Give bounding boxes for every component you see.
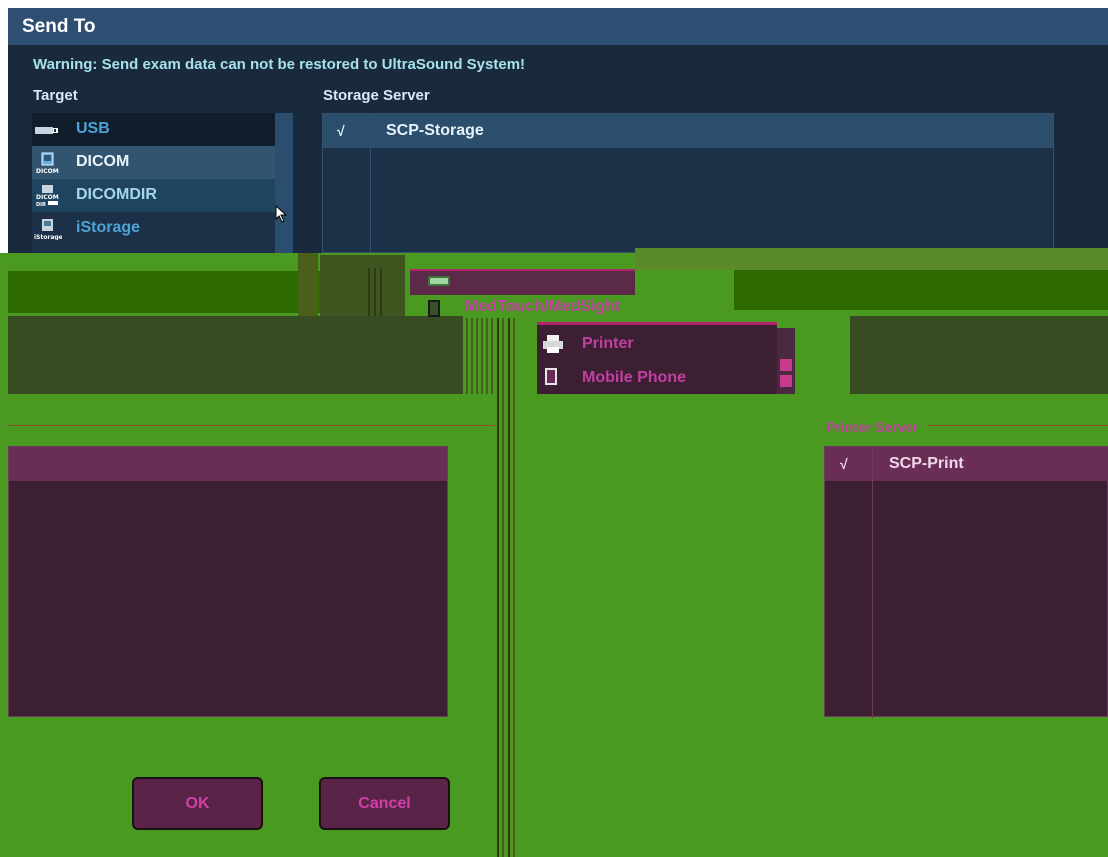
- target-item-label: DICOMDIR: [76, 186, 157, 203]
- target-item-istorage[interactable]: iStorage iStorage: [32, 212, 275, 245]
- target-item-medtouch[interactable]: MedTouch/MedSight: [465, 298, 620, 316]
- glitch-band: [850, 316, 1108, 394]
- column-divider: [370, 114, 371, 254]
- glitch-stripe: [486, 318, 488, 394]
- glitch-stripe: [368, 268, 370, 316]
- printer-server-name: SCP-Print: [889, 455, 964, 472]
- target-item-printer[interactable]: Printer: [582, 335, 634, 353]
- storage-server-label: Storage Server: [323, 87, 430, 104]
- target-item-usb[interactable]: USB: [32, 113, 275, 146]
- glitch-stripe: [374, 268, 376, 316]
- target-label: Target: [33, 87, 78, 104]
- printer-server-row[interactable]: √ SCP-Print: [825, 447, 1108, 481]
- target-item-dicomdir[interactable]: DICOM DIR DICOMDIR: [32, 179, 275, 212]
- glitch-stripe: [466, 318, 468, 394]
- target-list: USB DICOM DICOM DICOM DIR DICOMDIR iStor…: [32, 113, 275, 253]
- glitch-band: [635, 248, 1108, 270]
- glitch-band: [8, 316, 463, 394]
- glitch-stripe: [380, 268, 382, 316]
- tablet-icon: [428, 300, 440, 317]
- glitch-line: [8, 425, 495, 426]
- ok-button[interactable]: OK: [132, 777, 263, 830]
- glitch-stripe: [491, 318, 493, 394]
- glitch-stripe: [502, 318, 504, 857]
- scroll-up-icon[interactable]: [780, 359, 792, 371]
- mobile-phone-icon: [545, 368, 557, 385]
- target-item-mobile-phone[interactable]: Mobile Phone: [582, 369, 686, 387]
- target-item-dicom[interactable]: DICOM DICOM: [32, 146, 275, 179]
- glitch-band: [320, 255, 405, 316]
- printer-server-label: Printer Server: [826, 419, 919, 435]
- glitch-stripe: [513, 318, 515, 857]
- glitch-band: [8, 271, 338, 313]
- mouse-cursor-icon: [275, 205, 288, 223]
- glitched-list-panel: [8, 446, 448, 717]
- target-item-label: DICOM: [76, 153, 130, 170]
- glitch-stripe: [471, 318, 473, 394]
- target-item-label: iStorage: [76, 219, 141, 236]
- dicomdir-icon: DICOM DIR: [36, 185, 59, 207]
- storage-server-table: √ SCP-Storage: [322, 113, 1054, 254]
- dialog-title: Send To: [22, 16, 96, 37]
- selected-check-icon: √: [840, 456, 848, 472]
- svg-text:iStorage: iStorage: [34, 234, 62, 240]
- target-list-scrollbar[interactable]: [275, 113, 293, 253]
- selected-check-icon: √: [337, 123, 345, 139]
- warning-message: Warning: Send exam data can not be resto…: [33, 56, 526, 73]
- glitch-line: [928, 425, 1108, 426]
- title-bar: Send To: [8, 8, 1108, 45]
- glitch-stripe: [497, 318, 499, 857]
- storage-server-name: SCP-Storage: [386, 122, 484, 139]
- printer-icon: [543, 335, 563, 353]
- svg-text:DICOM: DICOM: [36, 168, 59, 174]
- dicom-icon: DICOM: [36, 152, 59, 174]
- scroll-down-icon[interactable]: [780, 375, 792, 387]
- glitched-icon: [428, 276, 450, 286]
- glitch-stripe: [508, 318, 510, 857]
- printer-server-table: √ SCP-Print: [824, 446, 1108, 718]
- glitched-list-header: [9, 447, 447, 481]
- glitch-stripe: [481, 318, 483, 394]
- cancel-button[interactable]: Cancel: [319, 777, 450, 830]
- svg-text:DIR: DIR: [36, 202, 46, 207]
- istorage-icon: iStorage: [34, 219, 62, 240]
- glitch-band: [298, 253, 318, 316]
- glitch-stripe: [476, 318, 478, 394]
- svg-text:DICOM: DICOM: [36, 194, 59, 201]
- column-divider: [872, 447, 873, 718]
- glitch-band: [734, 270, 1108, 310]
- target-item-label: USB: [76, 120, 110, 137]
- storage-server-row[interactable]: √ SCP-Storage: [323, 114, 1053, 148]
- usb-drive-icon: [35, 127, 58, 134]
